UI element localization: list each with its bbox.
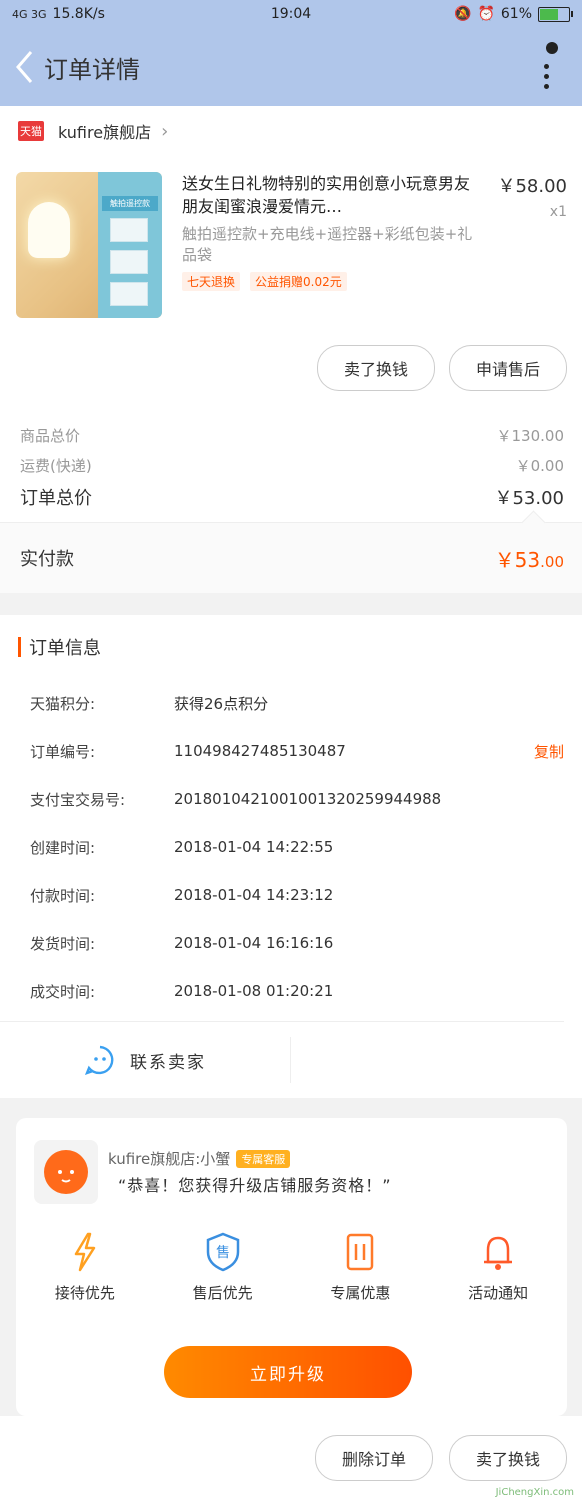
order-total-value: ￥53.00 — [494, 488, 564, 509]
info-row-completed: 成交时间: 2018-01-08 01:20:21 — [30, 982, 334, 1001]
paid-amount-row: 实付款 ￥53.00 — [0, 510, 582, 593]
price-summary: 商品总价 ￥130.00 运费(快递) ￥0.00 订单总价 ￥53.00 — [0, 404, 582, 522]
sell-exchange-button[interactable]: 卖了换钱 — [317, 345, 435, 391]
copy-button[interactable]: 复制 — [534, 741, 564, 762]
perk-activity: 活动通知 — [429, 1230, 567, 1303]
svg-text:售: 售 — [216, 1245, 230, 1261]
avatar — [34, 1140, 98, 1204]
bottom-sell-exchange-button[interactable]: 卖了换钱 — [449, 1435, 567, 1481]
info-row-points: 天猫积分: 获得26点积分 — [30, 694, 269, 713]
shield-icon: 售 — [206, 1232, 239, 1272]
product-image: 触拍遥控款 — [16, 172, 162, 318]
contact-seller-label: 联系卖家 — [130, 1052, 206, 1073]
info-row-shipped: 发货时间: 2018-01-04 16:16:16 — [30, 934, 334, 953]
signal-indicator: 4G 3G — [12, 7, 47, 21]
info-row-created: 创建时间: 2018-01-04 14:22:55 — [30, 838, 334, 857]
info-row-alipay: 支付宝交易号: 2018010421001001320259944988 — [30, 790, 442, 809]
alarm-icon: ⏰ — [477, 6, 495, 22]
clock: 19:04 — [270, 6, 312, 22]
shipping-value: ￥0.00 — [515, 456, 564, 475]
product-actions: 卖了换钱 申请售后 — [0, 332, 582, 404]
info-row-paid: 付款时间: 2018-01-04 14:23:12 — [30, 886, 334, 905]
bottom-action-bar: 删除订单 卖了换钱 JiChengXin.com — [0, 1416, 582, 1500]
page-title: 订单详情 — [44, 55, 140, 84]
back-button[interactable] — [6, 28, 42, 106]
coupon-icon — [347, 1233, 374, 1271]
service-name: kufire旗舰店:小蟹 — [108, 1150, 231, 1168]
goods-total-label: 商品总价 — [20, 426, 81, 445]
product-quantity: x1 — [549, 204, 567, 220]
order-total-label: 订单总价 — [20, 488, 92, 509]
order-info-title: 订单信息 — [29, 638, 101, 659]
paid-value: ￥53.00 — [494, 547, 564, 572]
bell-icon — [484, 1236, 513, 1270]
watermark: JiChengXin.com — [495, 1487, 574, 1498]
store-header[interactable]: 天猫 kufire旗舰店 › — [0, 106, 582, 156]
service-upgrade-card: kufire旗舰店:小蟹 专属客服 “恭喜！您获得升级店铺服务资格！” 接待优先… — [16, 1118, 567, 1416]
order-info-section: 订单信息 天猫积分: 获得26点积分 订单编号: 11049842748513048… — [0, 615, 582, 1098]
product-title: 送女生日礼物特别的实用创意小玩意男友朋友闺蜜浪漫爱情元… — [182, 174, 471, 216]
service-badge: 专属客服 — [236, 1149, 291, 1168]
contact-seller-button[interactable]: 联系卖家 — [0, 1037, 291, 1083]
chat-face-icon — [84, 1045, 114, 1075]
tmall-logo: 天猫 — [18, 121, 44, 141]
product-item[interactable]: 触拍遥控款 送女生日礼物特别的实用创意小玩意男友朋友闺蜜浪漫爱情元… 触拍遥控款… — [0, 156, 582, 332]
service-message: “恭喜！您获得升级店铺服务资格！” — [118, 1176, 392, 1195]
info-row-order-number: 订单编号: 110498427485130487 复制 — [30, 741, 564, 762]
perk-after-sale: 售 售后优先 — [154, 1230, 292, 1303]
chevron-right-icon: › — [161, 120, 169, 142]
perk-discount: 专属优惠 — [292, 1230, 430, 1303]
tag-return: 七天退换 — [182, 272, 241, 291]
battery-icon — [538, 6, 573, 22]
more-menu-button[interactable] — [532, 42, 562, 98]
product-price: ￥58.00 — [497, 176, 567, 197]
network-speed: 15.8K/s — [52, 6, 105, 22]
shipping-label: 运费(快递) — [20, 456, 92, 475]
contact-row: 联系卖家 — [0, 1021, 564, 1098]
battery-percent: 61% — [500, 6, 532, 22]
upgrade-button[interactable]: 立即升级 — [164, 1346, 412, 1398]
lightning-icon — [74, 1232, 96, 1272]
paid-label: 实付款 — [20, 549, 74, 570]
delete-order-button[interactable]: 删除订单 — [315, 1435, 433, 1481]
product-spec: 触拍遥控款+充电线+遥控器+彩纸包装+礼品袋 — [182, 225, 473, 264]
order-card: 天猫 kufire旗舰店 › 触拍遥控款 送女生日礼物特别的实用创意小玩意男友朋… — [0, 106, 582, 593]
status-bar: 4G 3G 15.8K/s 19:04 🔕 ⏰ 61% — [0, 0, 582, 28]
store-name: kufire旗舰店 — [58, 123, 152, 142]
back-arrow-icon — [16, 51, 33, 83]
perk-reception: 接待优先 — [16, 1230, 154, 1303]
after-sale-button[interactable]: 申请售后 — [449, 345, 567, 391]
goods-total-value: ￥130.00 — [496, 426, 565, 445]
nav-bar: 订单详情 — [0, 28, 582, 106]
tag-charity: 公益捐赠0.02元 — [250, 272, 347, 291]
silent-icon: 🔕 — [454, 6, 472, 22]
